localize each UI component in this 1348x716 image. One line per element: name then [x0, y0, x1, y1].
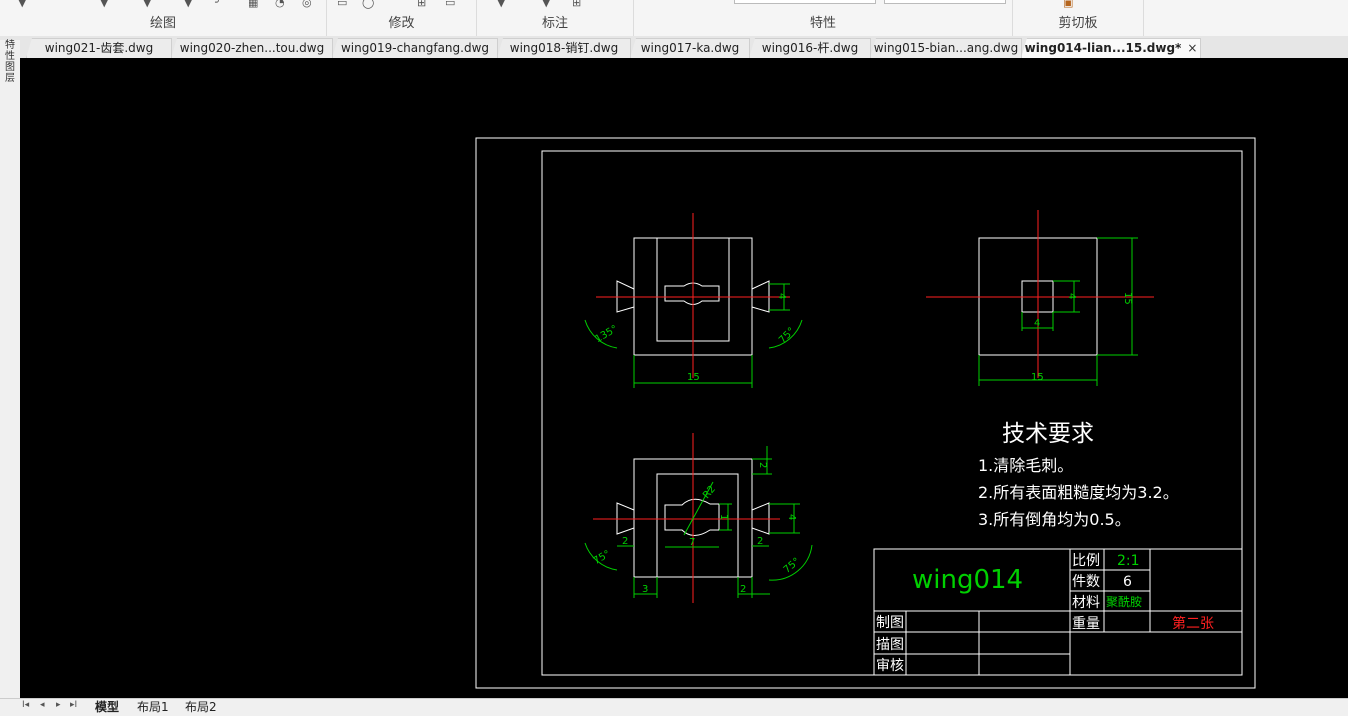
- color-select[interactable]: [734, 0, 876, 4]
- tech-line: 1.清除毛刺。: [978, 456, 1073, 475]
- dim-text: 135°: [593, 324, 619, 346]
- ribbon-group-label: 标注: [541, 16, 568, 31]
- side-toolbar-char: 特: [5, 40, 15, 51]
- ribbon-group-draw: ▼ ▼ ▼ ▼ ╯ ▦ ◔ ◎ 绘图: [0, 0, 327, 36]
- ribbon-group-modify: ▭ ◯ ⊞ ▭ 修改: [327, 0, 477, 36]
- dropdown-arrow-icon[interactable]: ▼: [18, 0, 26, 9]
- dim-text: 4: [776, 293, 787, 299]
- side-view: [926, 210, 1154, 386]
- drawing-svg: 15 4 135° 75° 15 15 4 4 R2 2 1 7 2 2 4 3…: [475, 137, 1256, 689]
- dropdown-arrow-icon[interactable]: ▼: [184, 0, 192, 9]
- drawing-name: wing014: [912, 565, 1023, 595]
- spline-icon[interactable]: ╯: [215, 0, 222, 9]
- scale-label: 比例: [1072, 553, 1100, 569]
- dropdown-arrow-icon[interactable]: ▼: [542, 0, 550, 9]
- side-toolbar-char: 图: [5, 62, 15, 73]
- tech-title: 技术要求: [1002, 421, 1094, 447]
- nav-first-icon[interactable]: I◂: [22, 700, 29, 710]
- tab-model[interactable]: 模型: [95, 699, 119, 715]
- drawing-canvas[interactable]: 15 4 135° 75° 15 15 4 4 R2 2 1 7 2 2 4 3…: [20, 58, 1348, 698]
- sheet-number: 第二张: [1172, 615, 1214, 632]
- document-tab[interactable]: wing018-销钉.dwg: [497, 38, 631, 58]
- tab-label: wing018-销钉.dwg: [509, 41, 619, 55]
- ribbon-group-label: 绘图: [149, 16, 176, 31]
- mirror-icon[interactable]: ▭: [337, 0, 347, 9]
- tab-label: wing014-lian...15.dwg*: [1024, 41, 1182, 55]
- dim-text: 2: [757, 462, 768, 468]
- side-toolbar-char: 性: [5, 51, 15, 62]
- tab-label: wing019-changfang.dwg: [340, 41, 490, 55]
- document-tab-active[interactable]: wing014-lian...15.dwg* ×: [1021, 38, 1201, 58]
- dim-text: 4: [1066, 293, 1077, 299]
- dim-text: 15: [687, 372, 700, 383]
- ribbon-group-properties: 特性: [634, 0, 1013, 36]
- material-value: 聚酰胺: [1106, 595, 1142, 609]
- front-view: [584, 213, 803, 388]
- dim-text: 4: [1034, 318, 1040, 329]
- dim-text: 15: [1031, 372, 1044, 383]
- array-icon[interactable]: ⊞: [417, 0, 426, 9]
- rotate-icon[interactable]: ◯: [362, 0, 374, 9]
- dim-text: 3: [642, 584, 648, 595]
- dim-text: 7: [689, 537, 695, 548]
- ribbon-group-dimension: ▼ ▼ ⊞ 标注: [477, 0, 634, 36]
- dim-text: 2: [622, 536, 628, 547]
- document-tab[interactable]: wing021-齿套.dwg: [26, 38, 172, 58]
- tab-label: wing015-bian...ang.dwg: [873, 41, 1019, 55]
- tech-line: 3.所有倒角均为0.5。: [978, 510, 1131, 529]
- tab-label: wing021-齿套.dwg: [44, 41, 154, 55]
- count-value: 6: [1123, 574, 1132, 590]
- document-tab[interactable]: wing016-杆.dwg: [749, 38, 871, 58]
- wipeout-icon[interactable]: ◎: [302, 0, 312, 9]
- document-tab[interactable]: wing017-ka.dwg: [630, 38, 750, 58]
- dim-text: 75°: [782, 556, 803, 576]
- dropdown-arrow-icon[interactable]: ▼: [143, 0, 151, 9]
- ribbon: ▼ ▼ ▼ ▼ ╯ ▦ ◔ ◎ 绘图 ▭ ◯ ⊞ ▭ 修改 ▼ ▼ ⊞ 标注 特…: [0, 0, 1348, 37]
- region-icon[interactable]: ◔: [275, 0, 285, 9]
- layout-status-bar: I◂ ◂ ▸ ▸I 模型 布局1 布局2: [0, 698, 1348, 716]
- document-tab[interactable]: wing019-changfang.dwg: [332, 38, 498, 58]
- trim-icon[interactable]: ▭: [445, 0, 455, 9]
- scale-value: 2:1: [1117, 553, 1140, 569]
- tab-label: wing017-ka.dwg: [640, 41, 740, 55]
- tech-line: 2.所有表面粗糙度均为3.2。: [978, 483, 1179, 502]
- tab-layout2[interactable]: 布局2: [185, 699, 217, 715]
- nav-prev-icon[interactable]: ◂: [40, 700, 45, 710]
- weight-label: 重量: [1072, 616, 1100, 632]
- count-label: 件数: [1072, 574, 1100, 590]
- document-tab[interactable]: wing020-zhen...tou.dwg: [171, 38, 333, 58]
- dropdown-arrow-icon[interactable]: ▼: [100, 0, 108, 9]
- hatch-icon[interactable]: ▦: [248, 0, 258, 9]
- close-icon[interactable]: ×: [1187, 41, 1197, 55]
- tab-label: wing020-zhen...tou.dwg: [179, 41, 325, 55]
- ribbon-group-label: 剪切板: [1058, 16, 1098, 31]
- linetype-select[interactable]: [884, 0, 1006, 4]
- ribbon-group-label: 修改: [388, 16, 415, 31]
- nav-next-icon[interactable]: ▸: [56, 700, 61, 710]
- material-label: 材料: [1072, 595, 1100, 611]
- nav-last-icon[interactable]: ▸I: [70, 700, 77, 710]
- ribbon-group-label: 特性: [809, 16, 836, 31]
- table-icon[interactable]: ⊞: [572, 0, 581, 9]
- dim-text: 1: [718, 514, 729, 520]
- section-view: [584, 433, 813, 603]
- ribbon-group-clipboard: ▣ 剪切板: [1013, 0, 1144, 36]
- dim-text: 2: [740, 584, 746, 595]
- document-tab[interactable]: wing015-bian...ang.dwg: [870, 38, 1022, 58]
- dim-text: 4: [786, 514, 797, 520]
- traced-label: 描图: [876, 637, 904, 653]
- dropdown-arrow-icon[interactable]: ▼: [497, 0, 505, 9]
- drawn-label: 制图: [876, 615, 904, 631]
- dim-text: 2: [757, 536, 763, 547]
- tab-layout1[interactable]: 布局1: [137, 699, 169, 715]
- document-tab-bar: wing021-齿套.dwg wing020-zhen...tou.dwg wi…: [0, 36, 1348, 58]
- side-toolbar-char: 层: [5, 73, 15, 84]
- dim-text: 15: [1122, 292, 1133, 305]
- tab-label: wing016-杆.dwg: [761, 41, 859, 55]
- properties-side-toolbar[interactable]: 特 性 图 层: [0, 40, 20, 700]
- checked-label: 审核: [876, 658, 904, 674]
- dim-text: 75°: [777, 326, 797, 346]
- paste-icon[interactable]: ▣: [1063, 0, 1073, 9]
